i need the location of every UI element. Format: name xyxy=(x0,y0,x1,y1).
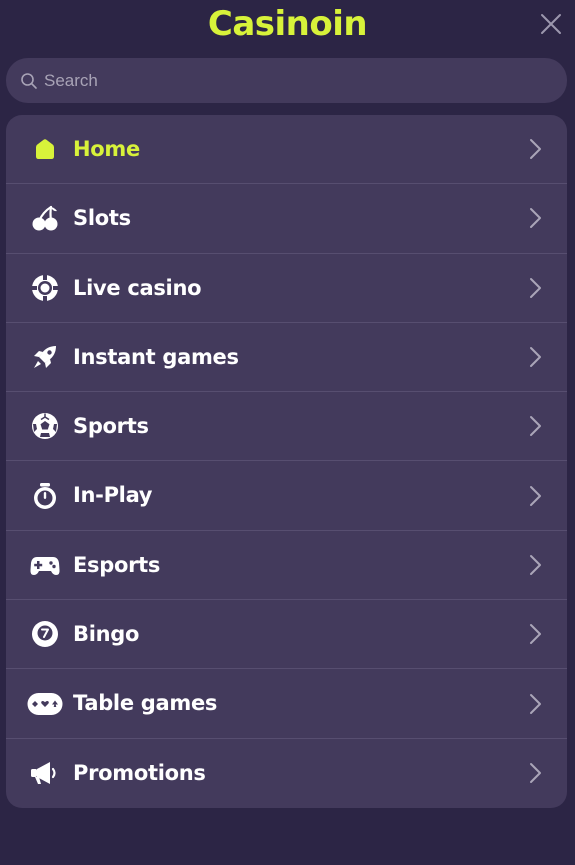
rocket-icon xyxy=(30,342,60,372)
gamepad-icon xyxy=(30,550,60,580)
search-icon xyxy=(21,73,37,89)
menu-item-label: Bingo xyxy=(73,622,140,647)
menu-item-bingo[interactable]: Bingo xyxy=(6,600,567,670)
soccer-ball-icon xyxy=(30,411,60,441)
search-input[interactable] xyxy=(44,58,544,103)
menu-item-live-casino[interactable]: Live casino xyxy=(6,254,567,323)
home-icon xyxy=(30,134,60,164)
header: Casinoin xyxy=(0,0,575,50)
chevron-right-icon xyxy=(530,416,541,437)
card-suits-icon xyxy=(26,689,64,719)
chevron-right-icon xyxy=(530,763,541,784)
chevron-right-icon xyxy=(530,347,541,368)
menu-item-instant-games[interactable]: Instant games xyxy=(6,323,567,393)
menu-item-sports[interactable]: Sports xyxy=(6,392,567,462)
logo[interactable]: Casinoin xyxy=(0,2,575,46)
main-menu: Home Slots Live casino Instant games Spo… xyxy=(6,115,567,808)
chevron-right-icon xyxy=(530,139,541,160)
cherry-icon xyxy=(30,203,60,233)
stopwatch-icon xyxy=(30,481,60,511)
menu-item-slots[interactable]: Slots xyxy=(6,184,567,254)
menu-item-promotions[interactable]: Promotions xyxy=(6,739,567,808)
bingo-ball-icon xyxy=(30,619,60,649)
menu-item-home[interactable]: Home xyxy=(6,115,567,185)
poker-chip-icon xyxy=(30,273,60,303)
chevron-right-icon xyxy=(530,554,541,575)
chevron-right-icon xyxy=(530,624,541,645)
menu-item-label: Esports xyxy=(73,552,161,577)
menu-item-esports[interactable]: Esports xyxy=(6,531,567,601)
menu-item-label: Slots xyxy=(73,206,131,231)
menu-item-label: In-Play xyxy=(73,483,153,508)
menu-item-label: Table games xyxy=(73,691,218,716)
menu-item-in-play[interactable]: In-Play xyxy=(6,461,567,531)
chevron-right-icon xyxy=(530,485,541,506)
close-icon[interactable] xyxy=(539,12,563,36)
chevron-right-icon xyxy=(530,208,541,229)
menu-item-label: Promotions xyxy=(73,760,206,785)
chevron-right-icon xyxy=(530,693,541,714)
menu-item-label: Instant games xyxy=(73,344,239,369)
menu-item-label: Home xyxy=(73,137,140,161)
megaphone-icon xyxy=(30,758,60,788)
menu-item-label: Sports xyxy=(73,414,149,439)
search-bar[interactable] xyxy=(6,58,567,103)
chevron-right-icon xyxy=(530,277,541,298)
menu-item-label: Live casino xyxy=(73,275,202,300)
menu-item-table-games[interactable]: Table games xyxy=(6,669,567,739)
